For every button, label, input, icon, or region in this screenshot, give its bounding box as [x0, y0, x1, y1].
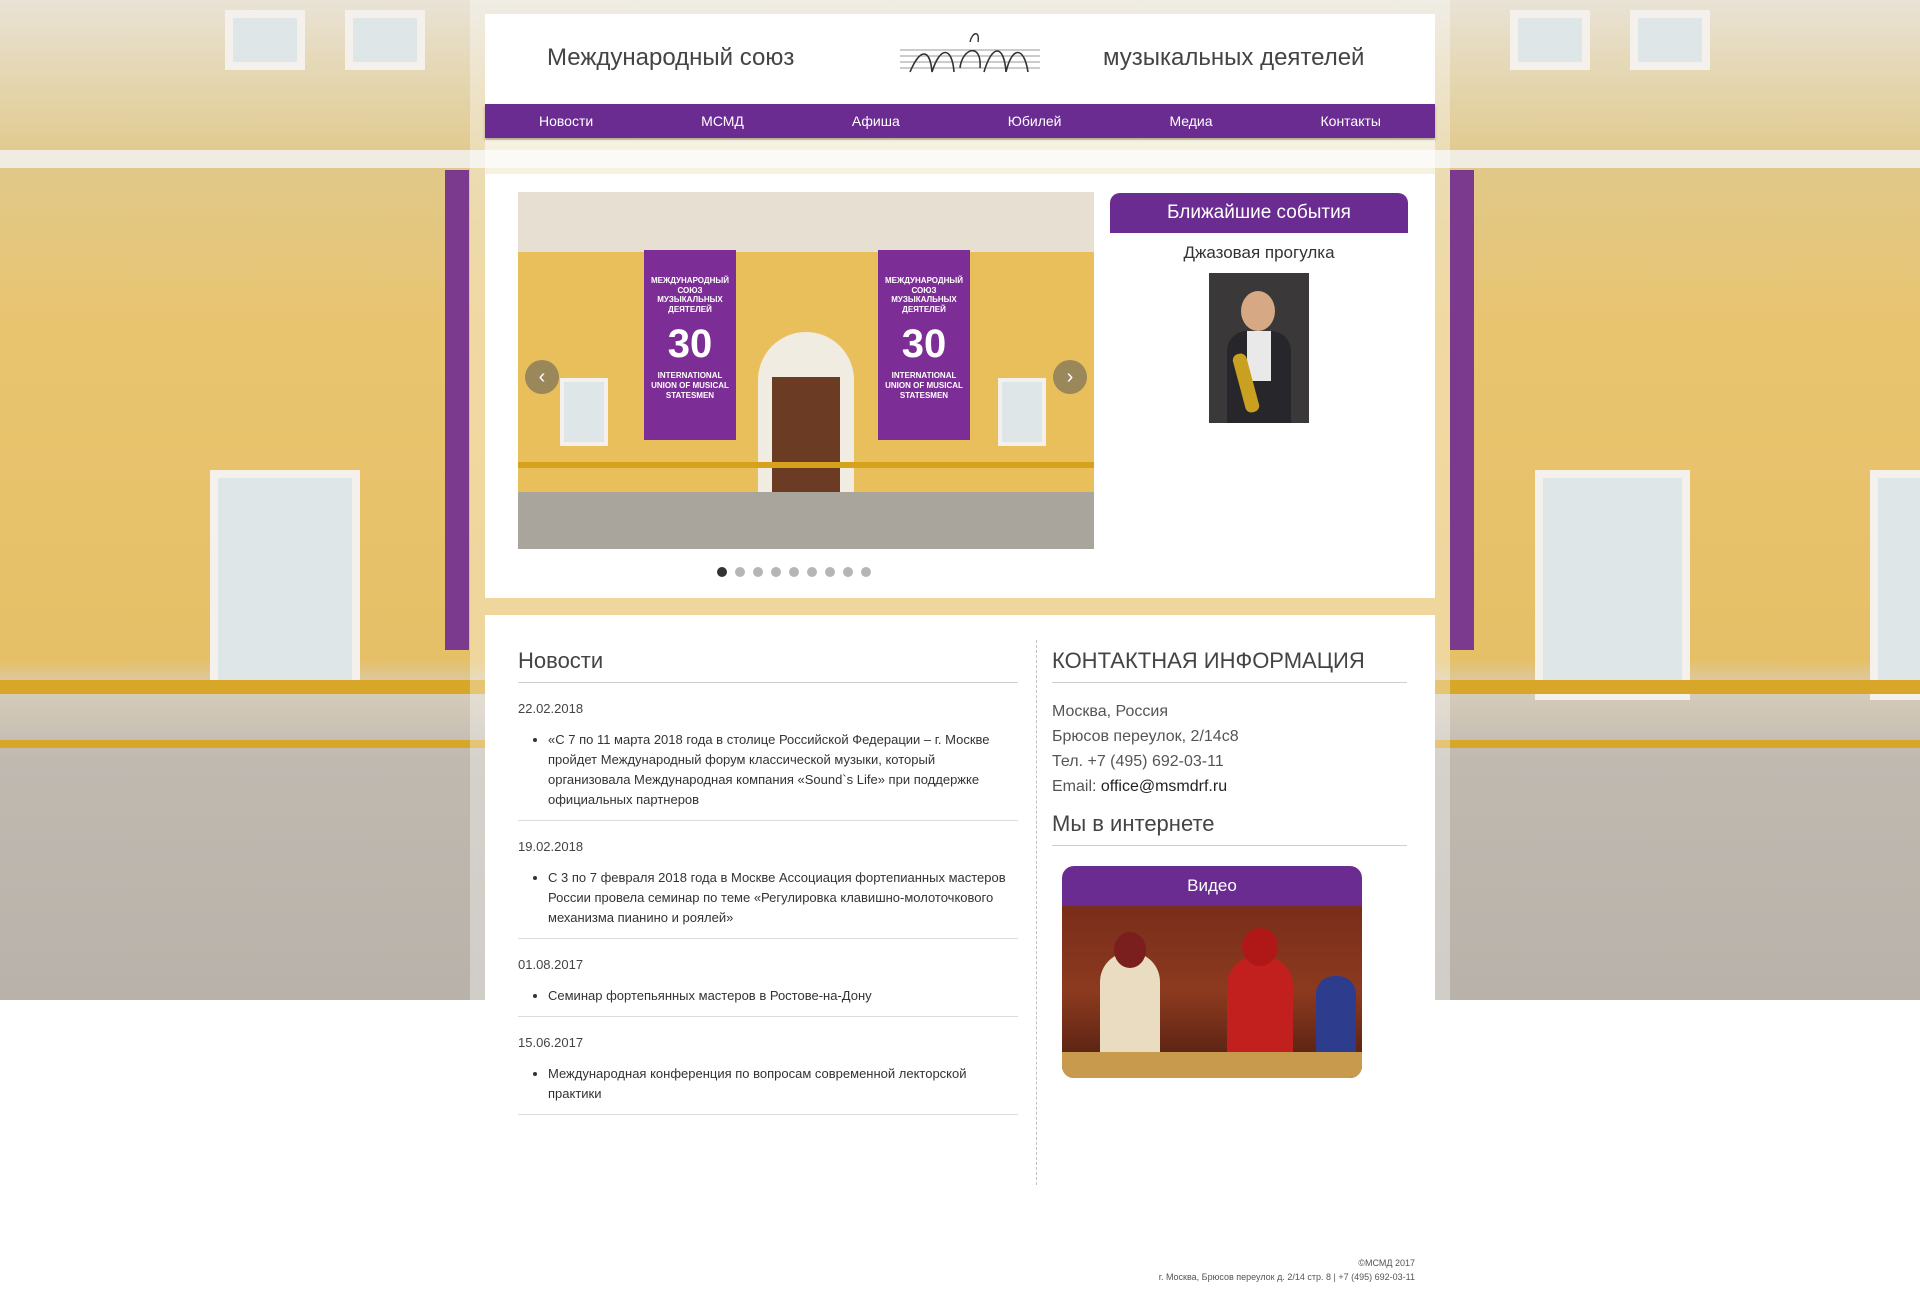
event-link[interactable]: Джазовая прогулка — [1110, 243, 1408, 263]
background-window — [345, 10, 425, 70]
slide-door — [772, 377, 840, 502]
news-item: 19.02.2018 С 3 по 7 февраля 2018 года в … — [518, 821, 1018, 939]
background-banner — [445, 170, 469, 650]
news-date: 01.08.2017 — [518, 957, 584, 972]
header-left-title: Международный союз — [547, 44, 795, 71]
background-window — [1870, 470, 1920, 700]
slide-ground — [518, 492, 1094, 549]
site-logo[interactable] — [900, 28, 1040, 90]
background-window — [1535, 470, 1690, 700]
news-item: 22.02.2018 «С 7 по 11 марта 2018 года в … — [518, 683, 1018, 821]
background-window — [1630, 10, 1710, 70]
nav-item-contacts[interactable]: Контакты — [1291, 113, 1411, 129]
background-banner — [1450, 170, 1474, 650]
decorative-strip — [485, 140, 1435, 174]
slider-prev-button[interactable]: ‹ — [525, 360, 559, 394]
slider-dot[interactable] — [717, 567, 727, 577]
contact-lines: Москва, Россия Брюсов переулок, 2/14с8 Т… — [1052, 699, 1407, 799]
site-header: Международный союз музыкальных деятелей — [485, 14, 1435, 104]
slider-dot[interactable] — [735, 567, 745, 577]
slider-dot[interactable] — [861, 567, 871, 577]
news-date: 15.06.2017 — [518, 1035, 584, 1050]
image-slider[interactable]: МЕЖДУНАРОДНЫЙ СОЮЗ МУЗЫКАЛЬНЫХ ДЕЯТЕЛЕЙ … — [518, 192, 1094, 549]
video-title: Видео — [1062, 866, 1362, 906]
slider-pagination — [717, 567, 871, 577]
news-title: Новости — [518, 648, 1018, 683]
nav-item-afisha[interactable]: Афиша — [822, 113, 930, 129]
news-link[interactable]: Семинар фортепьянных мастеров в Ростове-… — [548, 988, 872, 1003]
slide-fence — [518, 462, 1094, 468]
slide-window — [560, 378, 608, 446]
slider-dot[interactable] — [843, 567, 853, 577]
site-footer: ©МСМД 2017 г. Москва, Брюсов переулок д.… — [1159, 1256, 1415, 1284]
contact-city: Москва, Россия — [1052, 703, 1168, 720]
nav-item-jubilee[interactable]: Юбилей — [978, 113, 1092, 129]
contact-phone: Тел. +7 (495) 692-03-11 — [1052, 753, 1224, 770]
upcoming-events: Ближайшие события Джазовая прогулка — [1110, 193, 1408, 423]
news-column: Новости 22.02.2018 «С 7 по 11 марта 2018… — [518, 648, 1018, 1115]
footer-address: г. Москва, Брюсов переулок д. 2/14 стр. … — [1158, 1272, 1415, 1282]
header-right-title: музыкальных деятелей — [1103, 44, 1365, 71]
slider-dot[interactable] — [771, 567, 781, 577]
news-date: 22.02.2018 — [518, 701, 584, 716]
news-link[interactable]: «С 7 по 11 марта 2018 года в столице Рос… — [548, 732, 990, 807]
video-card[interactable]: Видео — [1062, 866, 1362, 1078]
slider-dot[interactable] — [753, 567, 763, 577]
column-divider — [1036, 640, 1037, 1185]
background-window — [210, 470, 360, 690]
news-date: 19.02.2018 — [518, 839, 584, 854]
events-title: Ближайшие события — [1110, 193, 1408, 233]
contact-email-line: Email: office@msmdrf.ru — [1052, 774, 1407, 799]
news-link[interactable]: Международная конференция по вопросам со… — [548, 1066, 967, 1101]
nav-item-msmd[interactable]: МСМД — [671, 113, 774, 129]
slider-dot[interactable] — [825, 567, 835, 577]
nav-item-news[interactable]: Новости — [509, 113, 623, 129]
hero-section: МЕЖДУНАРОДНЫЙ СОЮЗ МУЗЫКАЛЬНЫХ ДЕЯТЕЛЕЙ … — [485, 174, 1435, 598]
background-window — [1510, 10, 1590, 70]
footer-copyright: ©МСМД 2017 — [1358, 1258, 1415, 1268]
background-window — [225, 10, 305, 70]
nav-item-media[interactable]: Медиа — [1139, 113, 1242, 129]
slide-banner-right: МЕЖДУНАРОДНЫЙ СОЮЗ МУЗЫКАЛЬНЫХ ДЕЯТЕЛЕЙ … — [878, 250, 970, 440]
news-link[interactable]: С 3 по 7 февраля 2018 года в Москве Ассо… — [548, 870, 1006, 925]
news-item: 15.06.2017 Международная конференция по … — [518, 1017, 1018, 1115]
email-link[interactable]: office@msmdrf.ru — [1101, 778, 1227, 795]
event-photo[interactable] — [1209, 273, 1309, 423]
slider-dot[interactable] — [789, 567, 799, 577]
slide-banner-left: МЕЖДУНАРОДНЫЙ СОЮЗ МУЗЫКАЛЬНЫХ ДЕЯТЕЛЕЙ … — [644, 250, 736, 440]
contacts-column: КОНТАКТНАЯ ИНФОРМАЦИЯ Москва, Россия Брю… — [1052, 648, 1407, 1078]
contacts-title: КОНТАКТНАЯ ИНФОРМАЦИЯ — [1052, 648, 1407, 683]
slider-next-button[interactable]: › — [1053, 360, 1087, 394]
logo-icon — [900, 33, 1040, 73]
news-item: 01.08.2017 Семинар фортепьянных мастеров… — [518, 939, 1018, 1017]
contact-address: Брюсов переулок, 2/14с8 — [1052, 728, 1239, 745]
main-nav: Новости МСМД Афиша Юбилей Медиа Контакты — [485, 104, 1435, 138]
web-title: Мы в интернете — [1052, 811, 1407, 846]
slide-window — [998, 378, 1046, 446]
email-label: Email: — [1052, 778, 1101, 795]
video-thumbnail[interactable] — [1062, 906, 1362, 1078]
slider-dot[interactable] — [807, 567, 817, 577]
